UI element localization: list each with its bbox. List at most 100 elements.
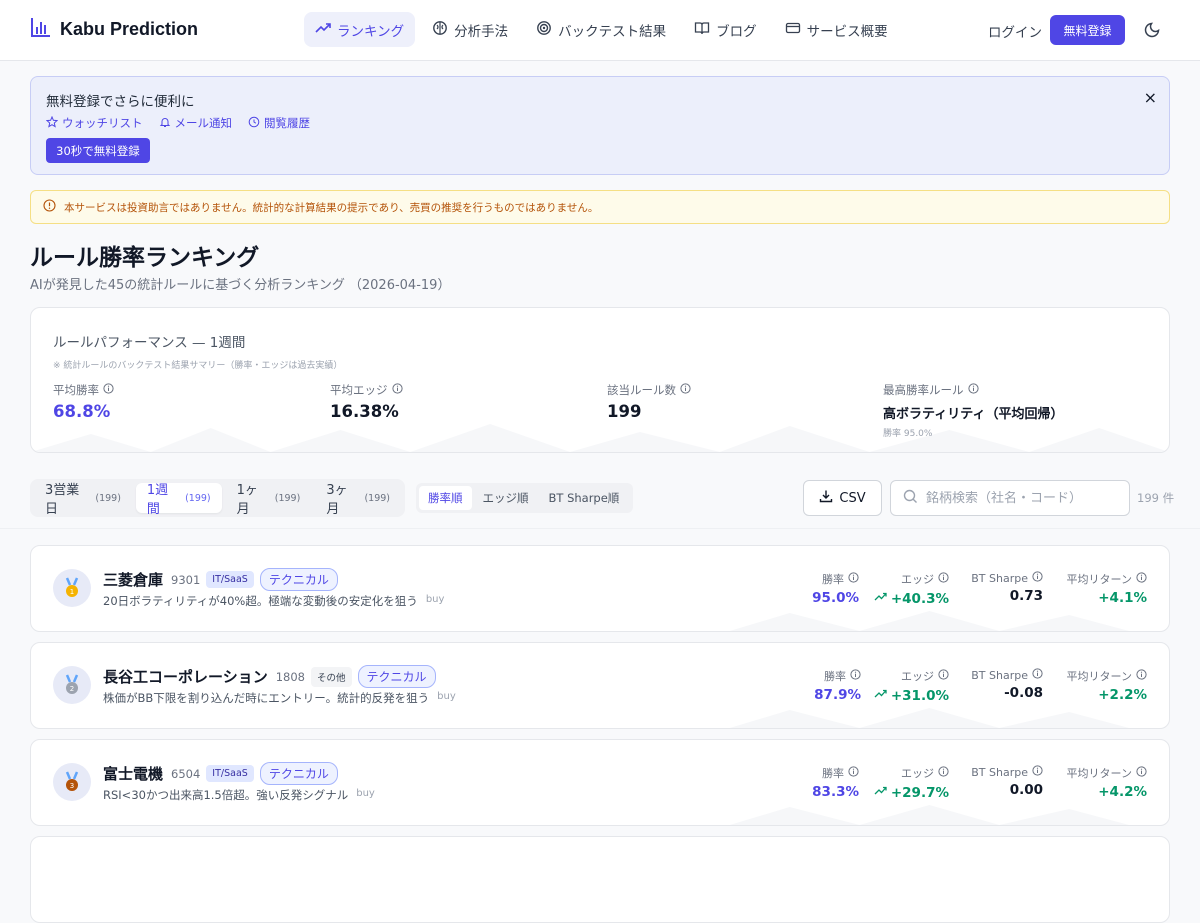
ranking-row[interactable]: 3 富士電機 6504 IT/SaaS テクニカル RSI<30かつ出来高1.5…	[30, 739, 1170, 826]
metric-bt-sharpe: BT Sharpe 0.73	[971, 571, 1043, 604]
stock-search	[890, 480, 1130, 516]
stat-value: 68.8%	[53, 402, 111, 421]
stat-avg-edge: 平均エッジ 16.38%	[330, 382, 403, 421]
info-icon[interactable]	[1032, 668, 1043, 682]
metric-label: BT Sharpe	[971, 668, 1028, 682]
row-header: 富士電機 6504 IT/SaaS テクニカル	[103, 762, 338, 785]
sort-edge[interactable]: エッジ順	[474, 486, 538, 510]
quick-signup-button[interactable]: 30秒で無料登録	[46, 138, 150, 163]
metric-label-row: エッジ	[874, 765, 949, 781]
page-subtitle-text: AIが発見した45の統計ルールに基づく分析ランキング	[30, 278, 345, 293]
category-badge: テクニカル	[357, 665, 436, 688]
info-icon[interactable]	[680, 383, 691, 397]
stat-label-row: 平均エッジ	[330, 382, 403, 398]
metric-label-row: 平均リターン	[1067, 668, 1147, 684]
stock-code: 1808	[275, 669, 305, 684]
stat-value: 16.38%	[330, 402, 399, 421]
gold-medal-icon: 1	[53, 569, 91, 607]
info-icon[interactable]	[967, 383, 979, 397]
nav-backtest-label: バックテスト結果	[558, 23, 667, 40]
page-title: ルール勝率ランキング	[30, 245, 260, 271]
metric-label: 勝率	[822, 573, 844, 586]
nav-overview-label: サービス概要	[806, 23, 888, 40]
close-icon[interactable]: ×	[1144, 88, 1157, 107]
period-tab-1week[interactable]: 1週間 (199)	[135, 483, 222, 517]
info-icon[interactable]	[103, 383, 114, 397]
csv-download-button[interactable]: CSV	[803, 480, 882, 516]
trending-up-icon	[315, 20, 331, 40]
nav-analysis-label: 分析手法	[454, 23, 509, 40]
performance-note: ※ 統計ルールのバックテスト結果サマリー（勝率・エッジは過去実績）	[53, 361, 343, 371]
metric-label: 勝率	[824, 670, 846, 683]
metric-label-row: エッジ	[874, 668, 949, 684]
metric-label-row: 勝率	[812, 765, 859, 781]
metric-value: +40.3%	[890, 590, 949, 607]
metric-label: エッジ	[901, 573, 934, 586]
info-icon[interactable]	[1032, 765, 1043, 779]
period-label: 1ヶ月	[236, 483, 258, 517]
nav-backtest[interactable]: バックテスト結果	[525, 12, 677, 47]
info-icon[interactable]	[1032, 571, 1043, 585]
login-link[interactable]: ログイン	[988, 21, 1042, 41]
period-count: (199)	[364, 492, 391, 504]
metric-label: エッジ	[901, 767, 934, 780]
bell-icon	[159, 116, 171, 131]
stock-name[interactable]: 富士電機	[103, 763, 163, 784]
stat-label-row: 該当ルール数	[607, 382, 691, 398]
trending-up-icon	[874, 687, 887, 704]
category-badge: テクニカル	[259, 762, 338, 785]
nav-overview[interactable]: サービス概要	[774, 12, 899, 47]
sort-win-rate[interactable]: 勝率順	[419, 486, 472, 510]
sort-bt-sharpe[interactable]: BT Sharpe順	[540, 486, 629, 510]
brain-icon	[432, 20, 448, 40]
book-icon	[694, 20, 710, 40]
period-tab-1month[interactable]: 1ヶ月 (199)	[226, 483, 312, 517]
metric-value: +31.0%	[890, 687, 949, 704]
promo-feature-label: 閲覧履歴	[264, 116, 310, 130]
info-icon[interactable]	[848, 572, 859, 586]
row-header: 長谷工コーポレーション 1808 その他 テクニカル	[103, 665, 436, 688]
period-tab-3days[interactable]: 3営業日 (199)	[34, 483, 132, 517]
sector-badge: IT/SaaS	[206, 571, 254, 588]
signup-button[interactable]: 無料登録	[1050, 15, 1125, 45]
info-icon[interactable]	[938, 766, 949, 780]
rule-description-row: 株価がBB下限を割り込んだ時にエントリー。統計的反発を狙う buy	[103, 690, 456, 706]
info-icon[interactable]	[850, 669, 861, 683]
nav-blog[interactable]: ブログ	[683, 12, 768, 47]
ranking-row[interactable]: 2 長谷工コーポレーション 1808 その他 テクニカル 株価がBB下限を割り込…	[30, 642, 1170, 729]
brand[interactable]: Kabu Prediction	[30, 16, 198, 42]
theme-toggle-button[interactable]	[1144, 20, 1162, 42]
search-icon	[903, 489, 918, 508]
rule-description-row: 20日ボラティリティが40%超。極端な変動後の安定化を狙う buy	[103, 593, 444, 609]
top-nav-bar: Kabu Prediction ランキング 分析手法 バックテスト結果 ブログ …	[0, 0, 1200, 61]
metric-bt-sharpe: BT Sharpe 0.00	[971, 765, 1043, 798]
info-icon[interactable]	[391, 383, 403, 397]
stock-name[interactable]: 三菱倉庫	[103, 569, 163, 590]
trending-up-icon	[874, 784, 887, 801]
nav-blog-label: ブログ	[716, 23, 757, 40]
metric-label-row: 勝率	[812, 571, 859, 587]
performance-summary-card: ルールパフォーマンス — 1週間 ※ 統計ルールのバックテスト結果サマリー（勝率…	[30, 307, 1170, 453]
target-icon	[536, 20, 552, 40]
metric-value-row: +29.7%	[874, 784, 949, 801]
ranking-row[interactable]	[30, 836, 1170, 923]
period-tab-3months[interactable]: 3ヶ月 (199)	[315, 483, 401, 517]
signal-label: buy	[356, 788, 375, 799]
nav-ranking[interactable]: ランキング	[304, 12, 416, 47]
info-icon[interactable]	[848, 766, 859, 780]
metric-label-row: BT Sharpe	[971, 668, 1043, 682]
info-icon[interactable]	[938, 669, 949, 683]
info-icon[interactable]	[1136, 572, 1147, 586]
search-input[interactable]	[926, 490, 1116, 506]
metric-avg-return: 平均リターン +4.1%	[1067, 571, 1147, 606]
info-icon[interactable]	[938, 572, 949, 586]
stock-name[interactable]: 長谷工コーポレーション	[103, 666, 268, 687]
metric-value: 87.9%	[814, 687, 861, 703]
ranking-row[interactable]: 1 三菱倉庫 9301 IT/SaaS テクニカル 20日ボラティリティが40%…	[30, 545, 1170, 632]
nav-analysis[interactable]: 分析手法	[421, 12, 519, 47]
info-icon[interactable]	[1136, 766, 1147, 780]
bronze-medal-icon: 3	[53, 763, 91, 801]
rule-description: RSI<30かつ出来高1.5倍超。強い反発シグナル	[103, 788, 349, 802]
info-icon[interactable]	[1136, 669, 1147, 683]
metric-label: 勝率	[822, 767, 844, 780]
